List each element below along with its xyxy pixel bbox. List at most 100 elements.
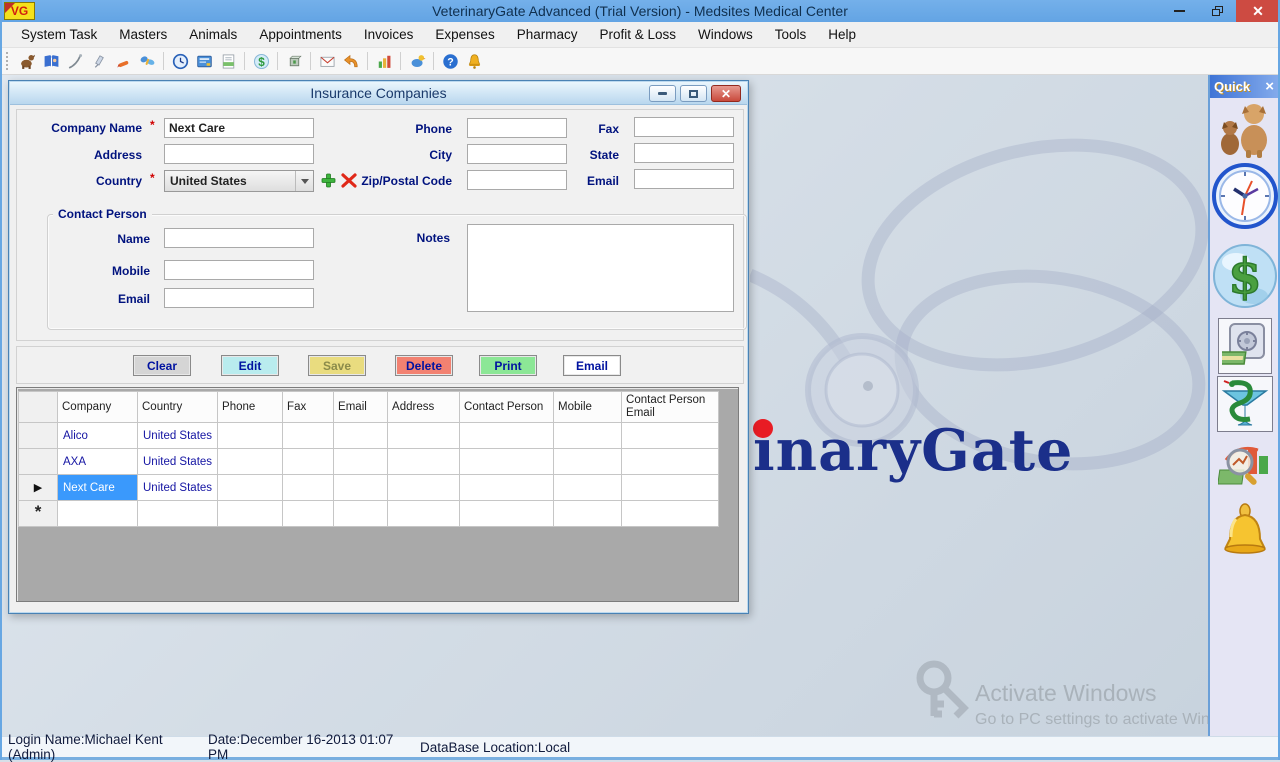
menu-help[interactable]: Help — [817, 23, 867, 46]
contact-email-input[interactable] — [164, 288, 314, 308]
grid-header-email[interactable]: Email — [334, 392, 388, 423]
dollar-globe-icon[interactable]: $ — [250, 50, 272, 72]
grid-cell-company[interactable]: AXA — [58, 449, 138, 475]
row-selector-cell-current[interactable]: ▶ — [19, 475, 58, 501]
grid-header-company[interactable]: Company — [58, 392, 138, 423]
print-button[interactable]: Print — [479, 355, 537, 376]
grid-selector-header[interactable] — [19, 392, 58, 423]
grid-cell[interactable] — [460, 501, 554, 527]
grid-cell[interactable] — [283, 475, 334, 501]
country-select[interactable]: United States — [164, 170, 314, 192]
row-selector-cell[interactable] — [19, 449, 58, 475]
phone-input[interactable] — [467, 118, 567, 138]
money-dollar-icon[interactable]: $ — [1212, 242, 1278, 310]
state-input[interactable] — [634, 143, 734, 163]
clock-icon[interactable] — [1212, 163, 1278, 229]
pharmacy-box-icon[interactable] — [283, 50, 305, 72]
menu-profit-loss[interactable]: Profit & Loss — [588, 23, 687, 46]
reminder-bell-icon[interactable] — [463, 50, 485, 72]
grid-header-mobile[interactable]: Mobile — [554, 392, 622, 423]
menu-windows[interactable]: Windows — [687, 23, 764, 46]
grid-cell[interactable] — [218, 423, 283, 449]
dialog-close-button[interactable]: ✕ — [711, 85, 741, 102]
dialog-titlebar[interactable]: Insurance Companies ✕ — [10, 82, 747, 105]
grid-cell[interactable] — [218, 475, 283, 501]
grid-cell[interactable] — [622, 475, 719, 501]
menu-masters[interactable]: Masters — [108, 23, 178, 46]
save-button[interactable]: Save — [308, 355, 366, 376]
marker-pen-icon[interactable] — [112, 50, 134, 72]
grid-cell[interactable] — [622, 449, 719, 475]
grid-cell-country[interactable]: United States — [138, 423, 218, 449]
delete-button[interactable]: Delete — [395, 355, 453, 376]
grid-header-contact-person-email[interactable]: Contact Person Email — [622, 392, 719, 423]
menu-tools[interactable]: Tools — [764, 23, 818, 46]
clients-book-icon[interactable] — [40, 50, 62, 72]
grid-cell[interactable] — [460, 423, 554, 449]
add-country-icon[interactable] — [320, 172, 337, 189]
reports-chart-icon[interactable] — [373, 50, 395, 72]
bird-icon[interactable] — [406, 50, 428, 72]
invoice-card-icon[interactable] — [193, 50, 215, 72]
company-name-input[interactable] — [164, 118, 314, 138]
help-icon[interactable]: ? — [439, 50, 461, 72]
close-button[interactable]: ✕ — [1236, 0, 1280, 22]
grid-cell[interactable] — [554, 475, 622, 501]
grooming-icon[interactable] — [64, 50, 86, 72]
restore-button[interactable] — [1198, 0, 1236, 22]
grid-cell[interactable] — [334, 501, 388, 527]
notes-textarea[interactable] — [467, 224, 734, 312]
contact-name-input[interactable] — [164, 228, 314, 248]
grid-cell[interactable] — [334, 423, 388, 449]
row-selector-cell-new[interactable]: * — [19, 501, 58, 527]
grid-header-fax[interactable]: Fax — [283, 392, 334, 423]
appointments-clock-icon[interactable] — [169, 50, 191, 72]
syringe-icon[interactable] — [88, 50, 110, 72]
grid-cell[interactable] — [388, 501, 460, 527]
delete-country-icon[interactable] — [340, 172, 357, 189]
grid-cell[interactable] — [554, 423, 622, 449]
email-send-icon[interactable] — [316, 50, 338, 72]
address-input[interactable] — [164, 144, 314, 164]
grid-cell[interactable] — [218, 449, 283, 475]
lab-butterfly-icon[interactable] — [136, 50, 158, 72]
sales-analysis-icon[interactable] — [1218, 440, 1272, 494]
grid-cell[interactable] — [283, 423, 334, 449]
grid-header-contact-person[interactable]: Contact Person — [460, 392, 554, 423]
toolbar-grip[interactable] — [6, 52, 10, 70]
menu-pharmacy[interactable]: Pharmacy — [506, 23, 589, 46]
edit-button[interactable]: Edit — [221, 355, 279, 376]
grid-cell-country[interactable]: United States — [138, 475, 218, 501]
fax-input[interactable] — [634, 117, 734, 137]
grid-cell[interactable] — [388, 423, 460, 449]
grid-header-phone[interactable]: Phone — [218, 392, 283, 423]
row-selector-cell[interactable] — [19, 423, 58, 449]
grid-cell-company[interactable]: Alico — [58, 423, 138, 449]
grid-cell-company-selected[interactable]: Next Care — [58, 475, 138, 501]
menu-appointments[interactable]: Appointments — [248, 23, 353, 46]
pharmacy-icon[interactable] — [1217, 376, 1273, 432]
minimize-button[interactable] — [1160, 0, 1198, 22]
expenses-receipt-icon[interactable] — [217, 50, 239, 72]
contact-mobile-input[interactable] — [164, 260, 314, 280]
grid-cell[interactable] — [388, 449, 460, 475]
grid-header-country[interactable]: Country — [138, 392, 218, 423]
grid-cell[interactable] — [460, 449, 554, 475]
grid-cell[interactable] — [622, 501, 719, 527]
grid-cell[interactable] — [460, 475, 554, 501]
menu-system-task[interactable]: System Task — [10, 23, 108, 46]
pets-icon[interactable] — [1218, 100, 1272, 158]
undo-arrow-icon[interactable] — [340, 50, 362, 72]
grid-cell[interactable] — [218, 501, 283, 527]
grid-cell[interactable] — [554, 501, 622, 527]
grid-cell[interactable] — [334, 475, 388, 501]
email-button[interactable]: Email — [563, 355, 621, 376]
clear-button[interactable]: Clear — [133, 355, 191, 376]
email-input[interactable] — [634, 169, 734, 189]
menu-animals[interactable]: Animals — [178, 23, 248, 46]
reminder-bell-icon-quick[interactable] — [1218, 503, 1272, 563]
city-input[interactable] — [467, 144, 567, 164]
menu-expenses[interactable]: Expenses — [424, 23, 505, 46]
grid-cell[interactable] — [554, 449, 622, 475]
grid-cell[interactable] — [334, 449, 388, 475]
